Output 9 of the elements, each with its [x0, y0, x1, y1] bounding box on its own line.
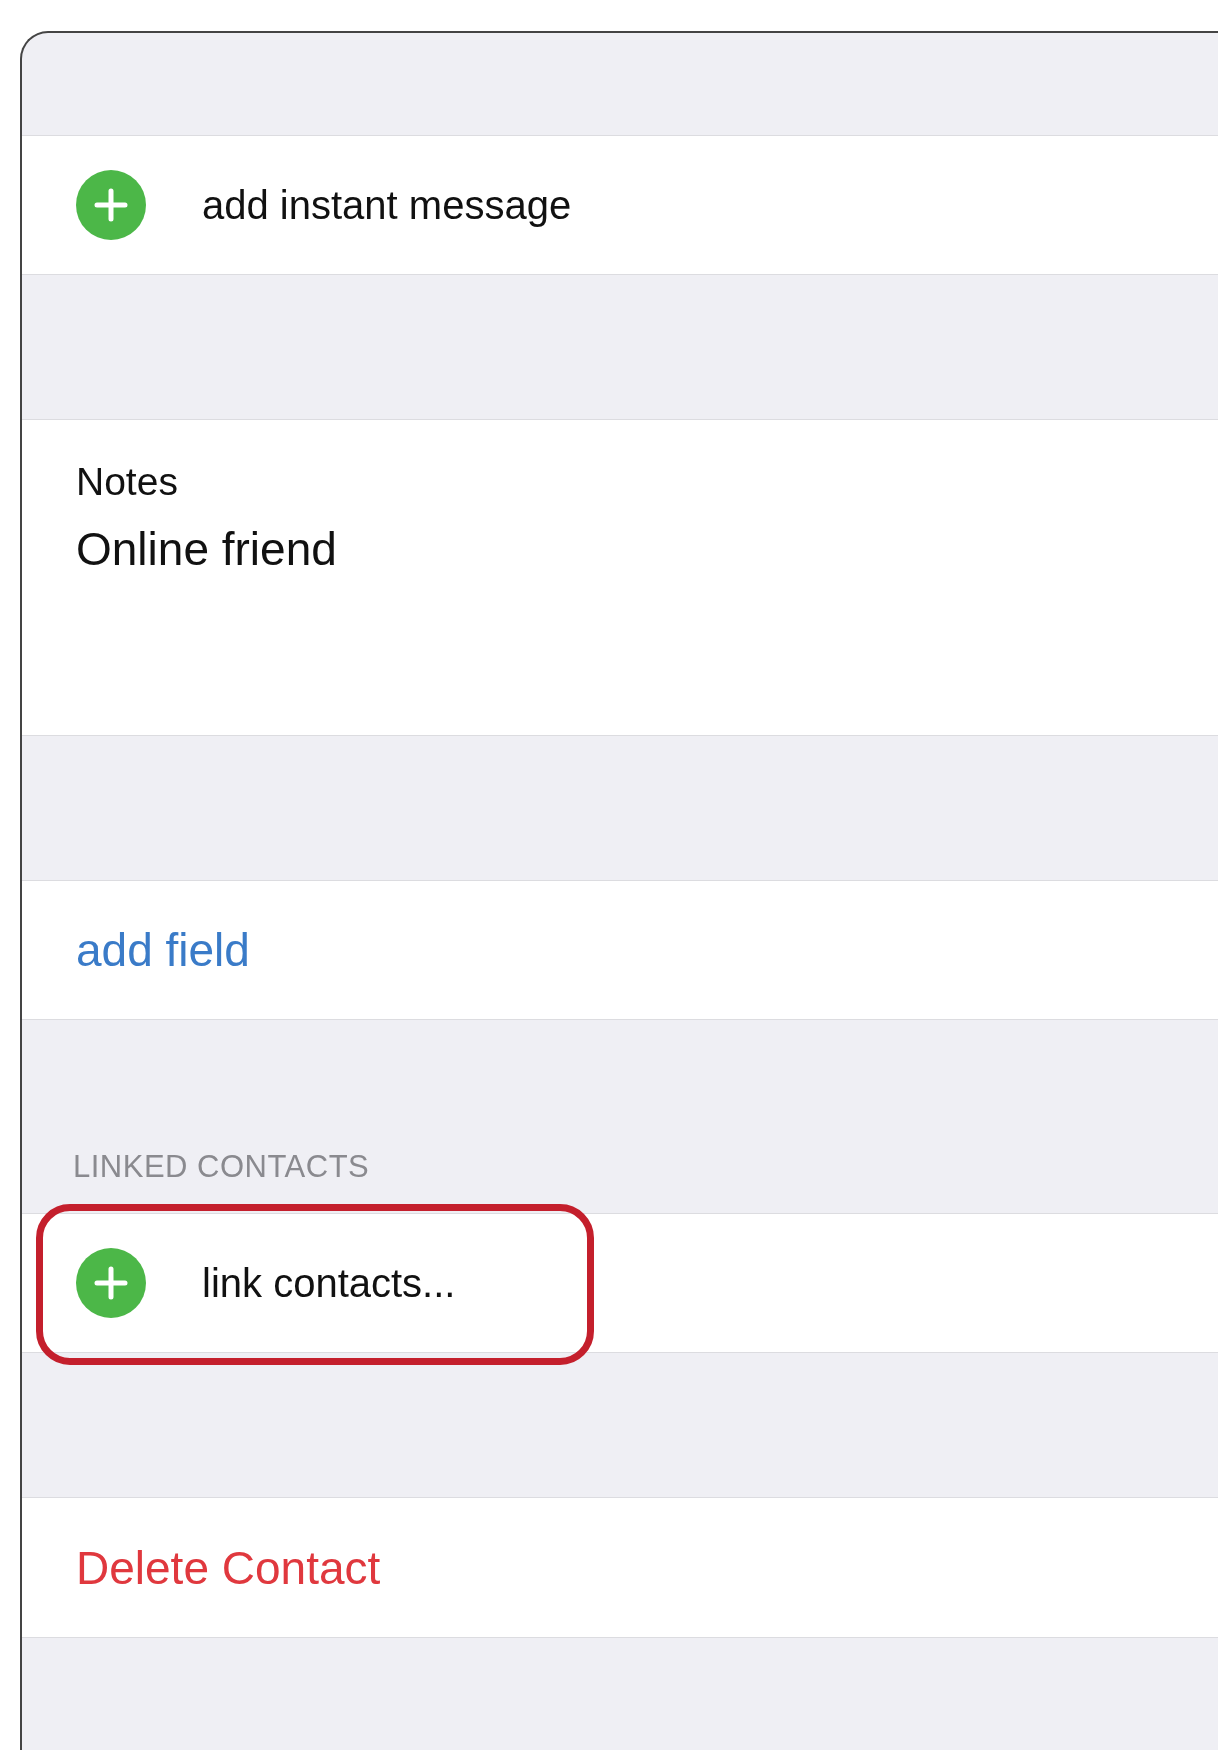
section-header: LINKED CONTACTS — [73, 1149, 370, 1185]
notes-label: Notes — [76, 460, 178, 504]
delete-contact-link[interactable]: Delete Contact — [76, 1540, 381, 1595]
add-icon[interactable] — [76, 1248, 146, 1318]
add-row-label[interactable]: link contacts... — [202, 1260, 456, 1306]
add-row-label[interactable]: add instant message — [202, 182, 572, 228]
notes-value[interactable]: Online friend — [76, 522, 337, 576]
add-icon[interactable] — [76, 170, 146, 240]
add-field-link[interactable]: add field — [76, 923, 250, 977]
